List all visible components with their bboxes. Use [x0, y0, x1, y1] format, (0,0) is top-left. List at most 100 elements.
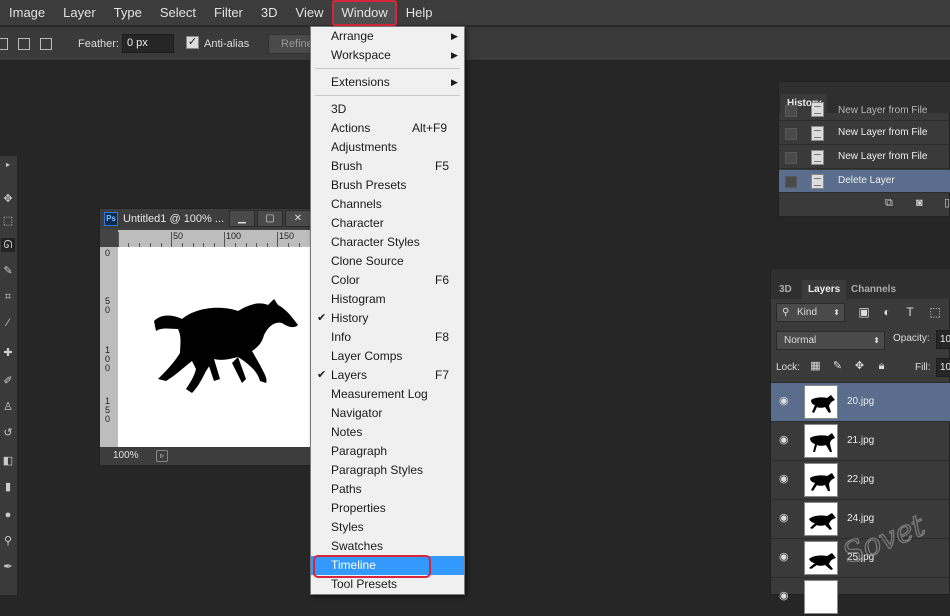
selection-mode-add-icon[interactable]: [18, 38, 30, 50]
history-source-toggle[interactable]: [785, 128, 797, 140]
lock-position-icon[interactable]: ✥: [853, 360, 866, 373]
blend-mode-select[interactable]: Normal ⬍: [776, 331, 885, 350]
menu-item-paragraph[interactable]: Paragraph: [311, 442, 464, 461]
quick-select-tool-icon[interactable]: ✎: [1, 264, 15, 278]
menu-item-histogram[interactable]: Histogram: [311, 290, 464, 309]
visibility-eye-icon[interactable]: ◉: [779, 396, 793, 407]
menu-item-styles[interactable]: Styles: [311, 518, 464, 537]
menu-item-actions[interactable]: Actions Alt+F9: [311, 119, 464, 138]
visibility-eye-icon[interactable]: ◉: [779, 435, 793, 446]
menu-item-swatches[interactable]: Swatches: [311, 537, 464, 556]
brush-tool-icon[interactable]: ✐: [1, 374, 15, 388]
history-source-toggle[interactable]: [785, 152, 797, 164]
filter-pixel-icon[interactable]: ▣: [857, 305, 871, 319]
trash-icon[interactable]: ▯: [944, 197, 950, 209]
dodge-tool-icon[interactable]: ⚲: [1, 534, 15, 548]
pen-tool-icon[interactable]: ✒: [1, 560, 15, 574]
history-row[interactable]: New Layer from File: [779, 102, 950, 121]
feather-input[interactable]: 0 px: [122, 34, 174, 53]
menu-type[interactable]: Type: [105, 0, 151, 26]
lock-transparent-icon[interactable]: ▦: [809, 360, 822, 373]
crop-tool-icon[interactable]: ⌗: [1, 290, 15, 304]
tab-layers[interactable]: Layers: [802, 280, 847, 299]
opacity-input[interactable]: 10: [936, 330, 950, 349]
refine-edge-button[interactable]: Refine: [268, 34, 312, 54]
menu-image[interactable]: Image: [0, 0, 54, 26]
menu-item-channels[interactable]: Channels: [311, 195, 464, 214]
menu-help[interactable]: Help: [397, 0, 442, 26]
menu-3d[interactable]: 3D: [252, 0, 287, 26]
menu-item-3d[interactable]: 3D: [311, 100, 464, 119]
visibility-eye-icon[interactable]: ◉: [779, 513, 793, 524]
menu-item-history[interactable]: ✔ History: [311, 309, 464, 328]
menu-item-adjustments[interactable]: Adjustments: [311, 138, 464, 157]
layer-row[interactable]: ◉: [771, 577, 950, 616]
lasso-tool-icon[interactable]: ᘏ: [1, 238, 15, 252]
document-title-bar[interactable]: Ps Untitled1 @ 100% ... ▁ ▢ ✕: [100, 209, 312, 229]
menu-item-properties[interactable]: Properties: [311, 499, 464, 518]
menu-select[interactable]: Select: [151, 0, 205, 26]
zoom-level[interactable]: 100%: [113, 450, 139, 461]
visibility-eye-icon[interactable]: ◉: [779, 474, 793, 485]
maximize-icon[interactable]: ▢: [257, 210, 283, 227]
close-icon[interactable]: ✕: [285, 210, 311, 227]
menu-item-arrange[interactable]: Arrange ▶: [311, 27, 464, 46]
selection-mode-new-icon[interactable]: [0, 38, 8, 50]
eraser-tool-icon[interactable]: ◧: [1, 454, 15, 468]
menu-item-paragraph-styles[interactable]: Paragraph Styles: [311, 461, 464, 480]
gradient-tool-icon[interactable]: ▮: [1, 480, 15, 494]
filter-kind-select[interactable]: ⚲ Kind ⬍: [776, 303, 845, 322]
filter-adjustment-icon[interactable]: ◐: [880, 305, 894, 319]
menu-item-character[interactable]: Character: [311, 214, 464, 233]
menu-item-paths[interactable]: Paths: [311, 480, 464, 499]
visibility-eye-icon[interactable]: ◉: [779, 552, 793, 563]
menu-layer[interactable]: Layer: [54, 0, 105, 26]
status-menu-icon[interactable]: ▹: [156, 450, 168, 462]
history-row[interactable]: New Layer from File: [779, 122, 950, 145]
new-document-from-state-icon[interactable]: ⧉: [885, 197, 899, 209]
history-source-toggle[interactable]: [785, 105, 797, 117]
tab-channels[interactable]: Channels: [851, 280, 896, 299]
clone-stamp-tool-icon[interactable]: ♙: [1, 400, 15, 414]
history-row-selected[interactable]: Delete Layer: [779, 170, 950, 193]
anti-alias-checkbox[interactable]: ✓: [186, 36, 199, 49]
menu-item-measurement-log[interactable]: Measurement Log: [311, 385, 464, 404]
menu-item-character-styles[interactable]: Character Styles: [311, 233, 464, 252]
menu-item-brush-presets[interactable]: Brush Presets: [311, 176, 464, 195]
lock-image-icon[interactable]: ✎: [831, 360, 844, 373]
menu-item-info[interactable]: Info F8: [311, 328, 464, 347]
menu-item-navigator[interactable]: Navigator: [311, 404, 464, 423]
snapshot-camera-icon[interactable]: ◙: [916, 197, 930, 209]
history-source-toggle[interactable]: [785, 176, 797, 188]
eyedropper-tool-icon[interactable]: ⁄: [1, 316, 15, 330]
move-tool-icon[interactable]: ✥: [1, 192, 15, 206]
history-row[interactable]: New Layer from File: [779, 146, 950, 169]
selection-mode-intersect-icon[interactable]: [40, 38, 52, 50]
filter-shape-icon[interactable]: ⬚: [928, 305, 942, 319]
menu-item-brush[interactable]: Brush F5: [311, 157, 464, 176]
menu-item-layers[interactable]: ✔ Layers F7: [311, 366, 464, 385]
lock-all-icon[interactable]: 🔒︎: [875, 360, 888, 373]
menu-item-layer-comps[interactable]: Layer Comps: [311, 347, 464, 366]
menu-item-notes[interactable]: Notes: [311, 423, 464, 442]
blur-tool-icon[interactable]: ●: [1, 508, 15, 522]
visibility-eye-icon[interactable]: ◉: [779, 591, 793, 602]
toolbox-grip-icon[interactable]: ▸: [1, 158, 15, 172]
layer-row[interactable]: ◉ 21.jpg: [771, 421, 950, 460]
menu-filter[interactable]: Filter: [205, 0, 252, 26]
menu-item-extensions[interactable]: Extensions ▶: [311, 73, 464, 92]
healing-brush-tool-icon[interactable]: ✚: [1, 346, 15, 360]
menu-item-color[interactable]: Color F6: [311, 271, 464, 290]
menu-window[interactable]: Window: [332, 0, 397, 26]
marquee-tool-icon[interactable]: ⬚: [1, 214, 15, 228]
history-brush-tool-icon[interactable]: ↺: [1, 426, 15, 440]
menu-item-workspace[interactable]: Workspace ▶: [311, 46, 464, 65]
layer-row-selected[interactable]: ◉ 20.jpg: [771, 382, 950, 421]
minimize-icon[interactable]: ▁: [229, 210, 255, 227]
tab-3d[interactable]: 3D: [779, 280, 792, 299]
document-canvas[interactable]: [118, 247, 312, 447]
menu-view[interactable]: View: [287, 0, 333, 26]
filter-type-icon[interactable]: T: [903, 305, 917, 319]
menu-item-clone-source[interactable]: Clone Source: [311, 252, 464, 271]
fill-input[interactable]: 10: [936, 358, 950, 377]
